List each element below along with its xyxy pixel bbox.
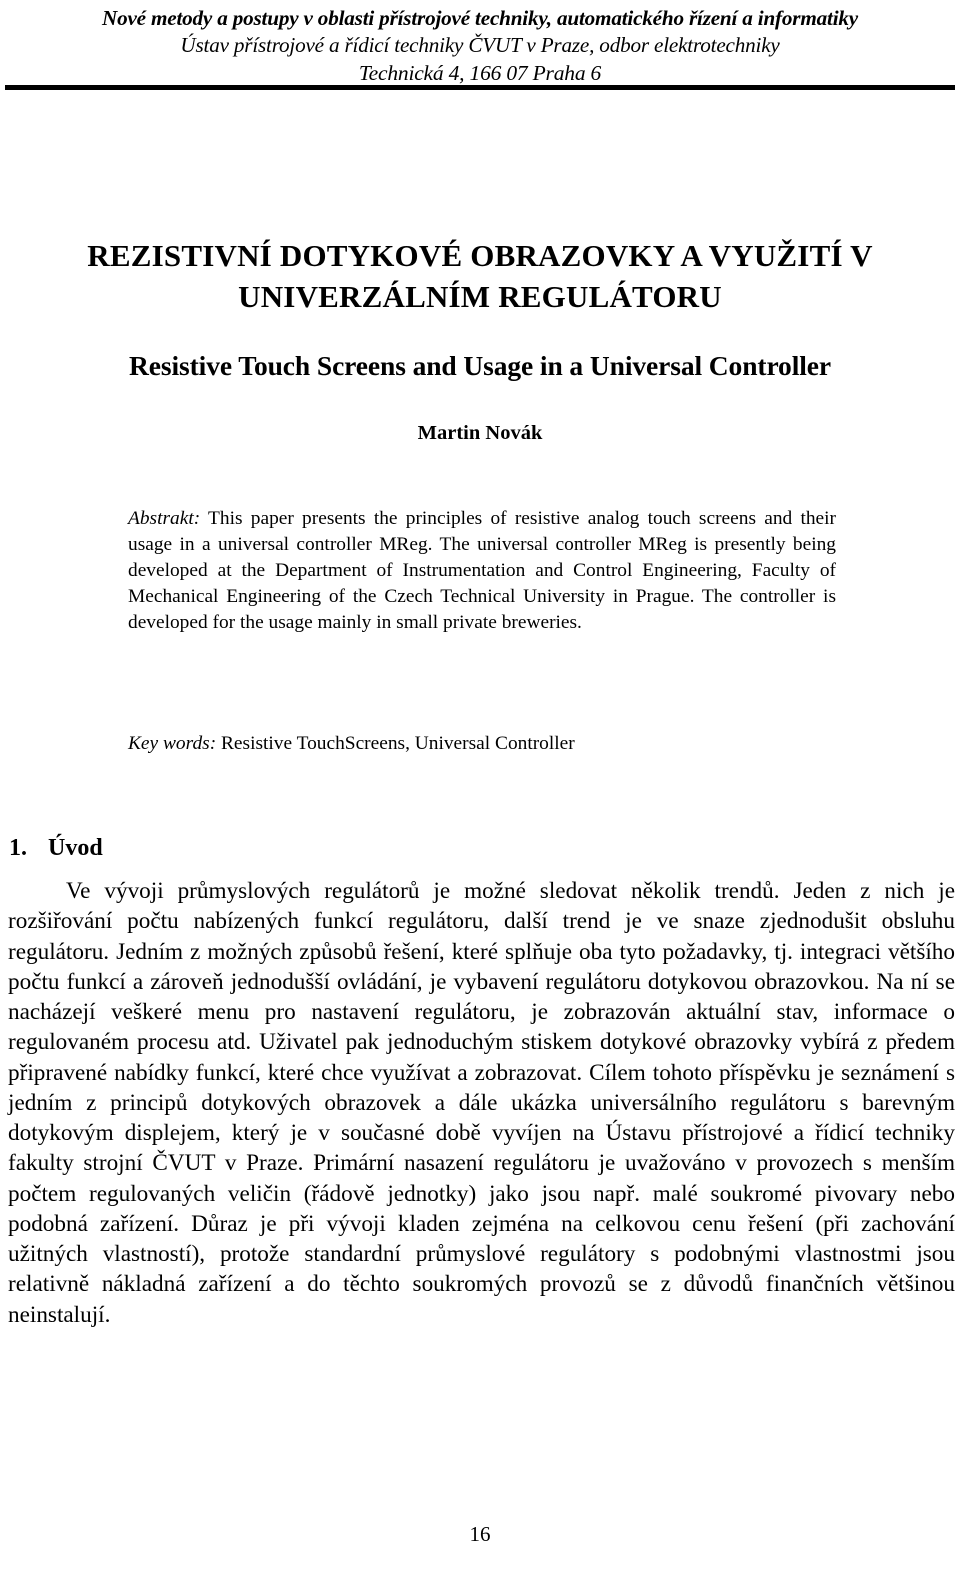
body-paragraph: Ve vývoji průmyslových regulátorů je mož…: [8, 878, 955, 1328]
author-name: Martin Novák: [417, 421, 543, 444]
keywords-block: Key words: Resistive TouchScreens, Unive…: [128, 731, 836, 756]
title-block: REZISTIVNÍ DOTYKOVÉ OBRAZOVKY A VYUŽITÍ …: [0, 236, 960, 445]
running-header-line-3: Technická 4, 166 07 Praha 6: [358, 60, 602, 85]
header-divider-rule: [5, 85, 955, 90]
page-title: REZISTIVNÍ DOTYKOVÉ OBRAZOVKY A VYUŽITÍ …: [87, 238, 873, 314]
keywords-label: Key words:: [128, 733, 217, 754]
page-subtitle: Resistive Touch Screens and Usage in a U…: [129, 349, 831, 381]
abstract-label: Abstrakt:: [128, 508, 201, 529]
section-heading: 1. Úvod: [9, 833, 949, 863]
section-number: 1.: [9, 835, 27, 861]
abstract-block: Abstrakt: This paper presents the princi…: [128, 506, 836, 636]
running-header-line-2: Ústav přístrojové a řídicí techniky ČVUT…: [180, 33, 780, 58]
running-header: Nové metody a postupy v oblasti přístroj…: [6, 0, 954, 86]
page-number: 16: [469, 1522, 491, 1546]
running-header-line-1: Nové metody a postupy v oblasti přístroj…: [101, 6, 858, 30]
keywords-text: Resistive TouchScreens, Universal Contro…: [216, 733, 575, 754]
section-title: Úvod: [48, 835, 103, 861]
document-page: Nové metody a postupy v oblasti přístroj…: [0, 0, 960, 1569]
abstract-text: This paper presents the principles of re…: [128, 508, 836, 633]
